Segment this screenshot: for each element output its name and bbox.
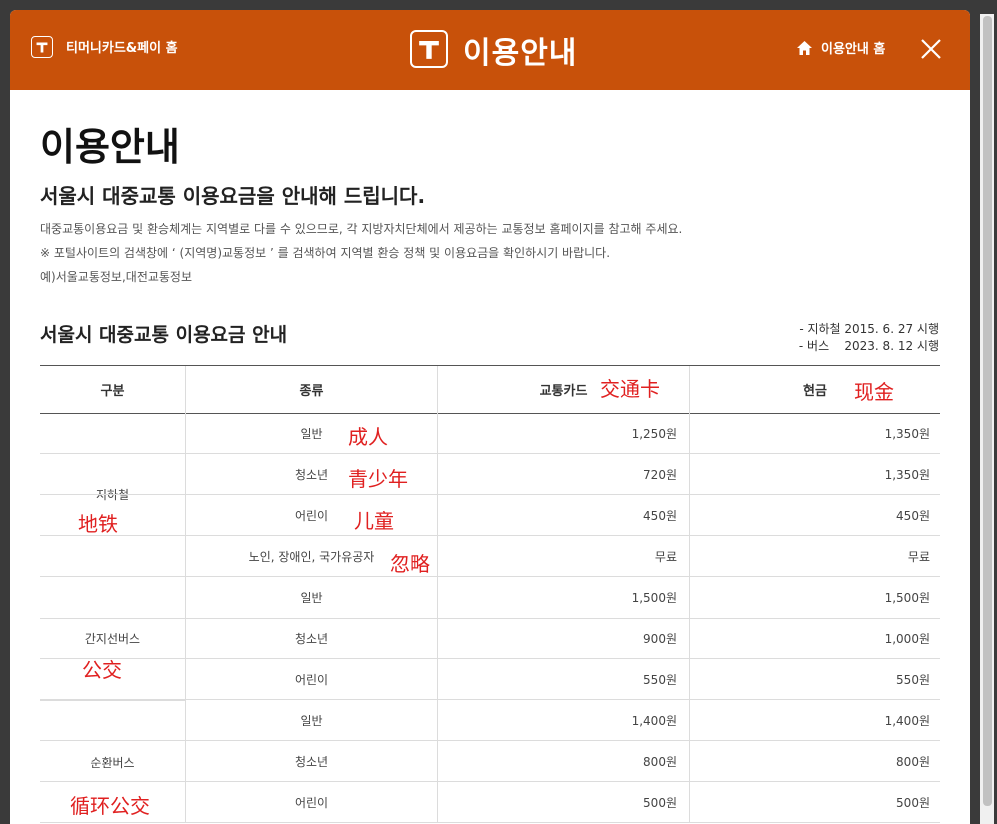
cash-fare-cell: 1,500원 [689, 577, 940, 618]
section-title: 서울시 대중교통 이용요금 안내 [40, 324, 288, 346]
card-fare-cell: 450원 [437, 495, 689, 535]
note-text: ※ 포털사이트의 검색창에 ‘ (지역명)교통정보 ’ 를 검색하여 지역별 환… [40, 246, 611, 260]
tmoney-home-link[interactable]: 티머니카드&페이 홈 [66, 37, 178, 56]
table-row: 어린이 500원 500원 [40, 782, 940, 823]
tmoney-logo-icon[interactable] [31, 36, 53, 58]
cash-fare-cell: 1,000원 [689, 618, 940, 658]
kind-cell: 어린이 [185, 659, 437, 699]
annotation-circular-bus: 循环公交 [70, 794, 150, 818]
card-fare-cell: 500원 [437, 782, 689, 822]
table-row: 노인, 장애인, 국가유공자 무료 무료 [40, 536, 940, 576]
kind-cell: 청소년 [185, 618, 437, 658]
card-fare-cell: 550원 [437, 659, 689, 699]
cash-fare-cell: 무료 [689, 536, 940, 576]
card-fare-cell: 1,400원 [437, 700, 689, 740]
tmoney-logo-icon [410, 30, 448, 68]
table-row: 어린이 450원 450원 [40, 495, 940, 536]
header-bar: 티머니카드&페이 홈 이용안내 이용안내 홈 [10, 10, 970, 90]
effective-date-subway: - 지하철 2015. 6. 27 시행 [799, 322, 939, 336]
table-row: 일반 1,500원 1,500원 [40, 576, 940, 619]
close-icon [921, 39, 941, 59]
cash-fare-cell: 1,350원 [689, 454, 940, 494]
table-row: 청소년 900원 1,000원 [40, 618, 940, 659]
annotation-child: 儿童 [354, 509, 394, 533]
card-fare-cell: 900원 [437, 618, 689, 658]
annotation-card: 交通卡 [600, 377, 660, 401]
annotation-cash: 现金 [854, 380, 894, 404]
cash-fare-cell: 800원 [689, 741, 940, 781]
annotation-bus: 公交 [82, 658, 122, 682]
page-heading: 이용안내 [40, 125, 180, 169]
table-row: 청소년 800원 800원 [40, 741, 940, 782]
annotation-ignore: 忽略 [390, 552, 430, 576]
usage-guide-window: 티머니카드&페이 홈 이용안내 이용안내 홈 이용안내 서울시 대중교통 이용요… [10, 10, 970, 824]
note-text: 대중교통이용요금 및 환승체계는 지역별로 다를 수 있으므로, 각 지방자치단… [40, 222, 683, 236]
card-fare-cell: 720원 [437, 454, 689, 494]
guide-home-link[interactable]: 이용안내 홈 [796, 38, 885, 57]
home-icon [797, 40, 812, 55]
close-button[interactable] [920, 38, 942, 60]
kind-cell: 일반 [185, 700, 437, 740]
scrollbar-thumb[interactable] [983, 16, 992, 806]
header-cash: 현금 [689, 366, 940, 413]
cash-fare-cell: 1,400원 [689, 700, 940, 740]
table-row: 일반 1,400원 1,400원 [40, 700, 940, 741]
card-fare-cell: 1,500원 [437, 577, 689, 618]
annotation-adult: 成人 [348, 425, 388, 449]
card-fare-cell: 무료 [437, 536, 689, 576]
effective-date-bus: - 버스 2023. 8. 12 시행 [798, 339, 939, 353]
annotation-youth: 青少年 [348, 467, 408, 491]
cash-fare-cell: 550원 [689, 659, 940, 699]
card-fare-cell: 1,250원 [437, 413, 689, 453]
cash-fare-cell: 450원 [689, 495, 940, 535]
header-title: 이용안내 [463, 36, 578, 71]
header-kind: 종류 [185, 366, 437, 413]
table-row: 청소년 720원 1,350원 [40, 454, 940, 495]
cash-fare-cell: 500원 [689, 782, 940, 822]
table-header-row: 구분 종류 교통카드 현금 [40, 365, 940, 414]
annotation-subway: 地铁 [78, 512, 118, 536]
note-text: 예)서울교통정보,대전교통정보 [40, 270, 193, 284]
guide-home-label: 이용안내 홈 [821, 42, 886, 57]
cash-fare-cell: 1,350원 [689, 413, 940, 453]
kind-cell: 어린이 [185, 495, 437, 535]
table-row: 어린이 550원 550원 [40, 659, 940, 700]
table-row: 일반 1,250원 1,350원 [40, 413, 940, 454]
page-subtitle: 서울시 대중교통 이용요금을 안내해 드립니다. [40, 184, 426, 208]
card-fare-cell: 800원 [437, 741, 689, 781]
header-category: 구분 [100, 384, 125, 399]
kind-cell: 일반 [185, 413, 437, 453]
kind-cell: 일반 [185, 577, 437, 618]
kind-cell: 어린이 [185, 782, 437, 822]
kind-cell: 청소년 [185, 741, 437, 781]
